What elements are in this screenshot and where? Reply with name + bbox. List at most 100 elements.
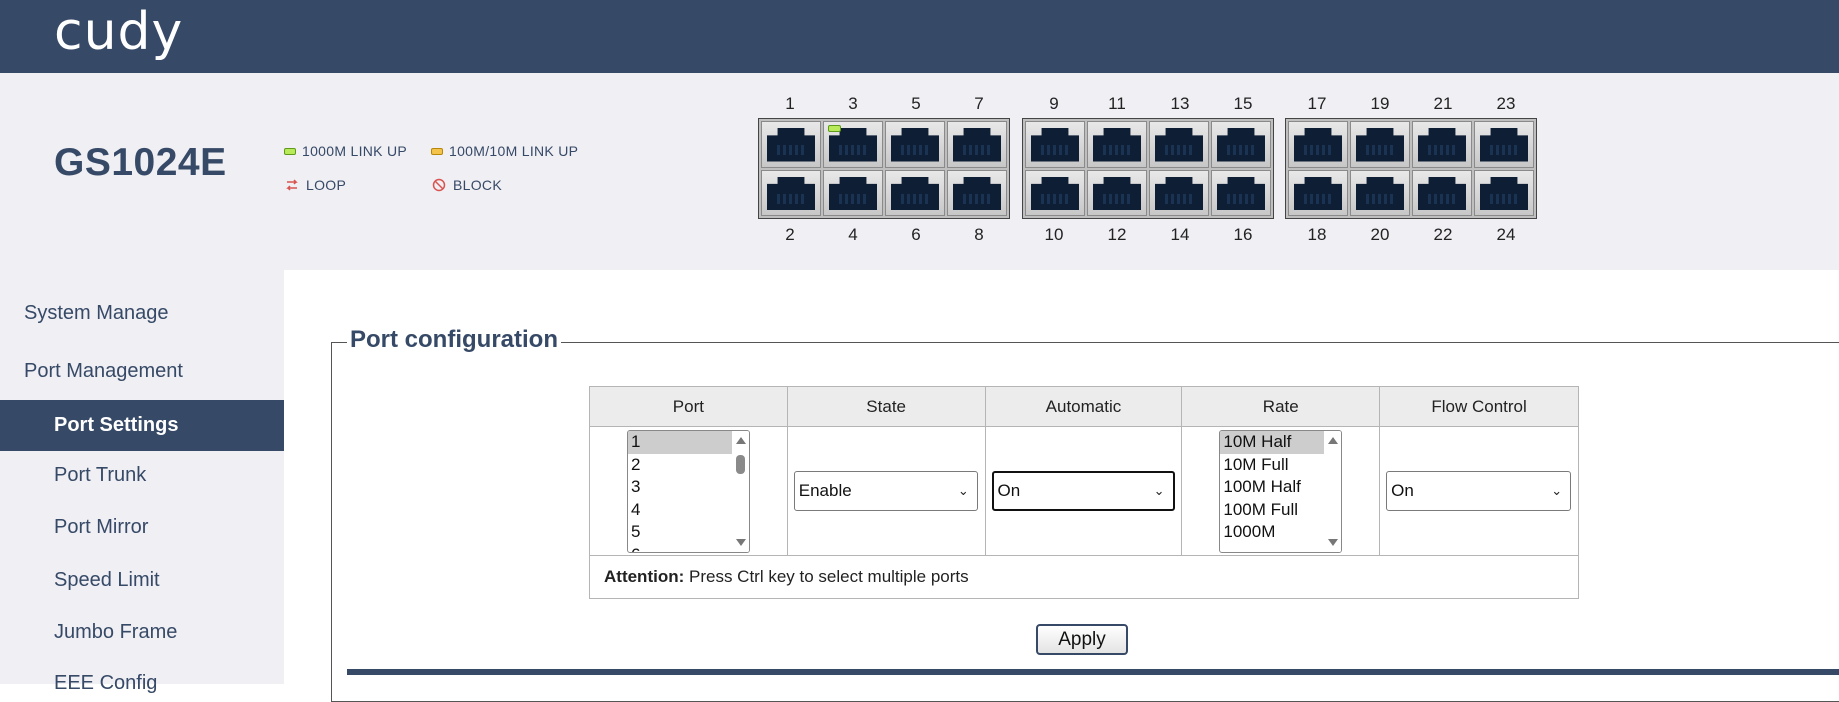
legend-block-label: BLOCK — [453, 177, 502, 193]
switch-port-23[interactable] — [1474, 121, 1534, 168]
apply-button[interactable]: Apply — [1036, 624, 1128, 655]
attention-note: Attention: Press Ctrl key to select mult… — [589, 555, 1579, 599]
sidebar: System Manage Port Management Port Setti… — [0, 270, 284, 694]
sidebar-item-system-manage[interactable]: System Manage — [0, 302, 284, 325]
port-number-label: 6 — [911, 225, 921, 244]
switch-port-15[interactable] — [1211, 121, 1271, 168]
switch-port-3[interactable] — [823, 121, 883, 168]
led-yellow-icon — [431, 147, 443, 155]
switch-port-21[interactable] — [1412, 121, 1472, 168]
cell-rate: 10M Half 10M Full 100M Half 100M Full 10… — [1181, 426, 1381, 556]
automatic-select[interactable]: On ⌄ — [991, 471, 1175, 511]
rate-option[interactable]: 10M Full — [1220, 454, 1341, 477]
rate-option[interactable]: 100M Full — [1220, 499, 1341, 522]
rj45-port-icon — [767, 176, 815, 210]
port-number-label: 22 — [1433, 225, 1453, 244]
switch-port-19[interactable] — [1350, 121, 1410, 168]
switch-port-12[interactable] — [1087, 169, 1147, 216]
switch-port-11[interactable] — [1087, 121, 1147, 168]
rate-listbox[interactable]: 10M Half 10M Full 100M Half 100M Full 10… — [1219, 430, 1343, 553]
switch-port-24[interactable] — [1474, 169, 1534, 216]
block-icon — [431, 178, 447, 192]
rate-option[interactable]: 1000M — [1220, 521, 1341, 544]
rate-option[interactable]: 10M Half — [1220, 431, 1342, 454]
flow-control-select-value: On — [1391, 481, 1414, 500]
switch-port-16[interactable] — [1211, 169, 1271, 216]
port-number-label: 3 — [848, 94, 858, 113]
switch-port-9[interactable] — [1025, 121, 1085, 168]
port-number-label: 15 — [1233, 94, 1253, 113]
scroll-up-arrow-icon[interactable] — [1328, 437, 1339, 444]
cell-flow-control: On ⌄ — [1379, 426, 1579, 556]
port-option[interactable]: 4 — [628, 499, 749, 522]
rj45-port-icon — [1418, 176, 1466, 210]
link-led-icon — [828, 125, 841, 132]
switch-port-8[interactable] — [947, 169, 1007, 216]
top-bar: cudy — [0, 0, 1839, 73]
scroll-down-arrow-icon[interactable] — [736, 539, 746, 546]
legend-1000m-label: 1000M LINK UP — [302, 143, 408, 159]
sidebar-item-speed-limit[interactable]: Speed Limit — [0, 569, 284, 592]
header-automatic: Automatic — [984, 386, 1183, 427]
port-option[interactable]: 3 — [628, 476, 749, 499]
rj45-port-icon — [1356, 176, 1404, 210]
rj45-port-icon — [1093, 176, 1141, 210]
state-select-value: Enable — [798, 481, 852, 500]
led-green-icon — [284, 147, 296, 155]
chevron-down-icon: ⌄ — [1551, 483, 1563, 498]
switch-port-2[interactable] — [761, 169, 821, 216]
state-select[interactable]: Enable ⌄ — [793, 471, 978, 511]
switch-port-1[interactable] — [761, 121, 821, 168]
port-listbox[interactable]: 1 2 3 4 5 6 — [627, 430, 750, 553]
switch-port-14[interactable] — [1149, 169, 1209, 216]
legend-1000m-link: 1000M LINK UP — [284, 143, 407, 159]
port-number-label: 13 — [1170, 94, 1190, 113]
port-number-label: 1 — [785, 94, 795, 113]
switch-port-4[interactable] — [823, 169, 883, 216]
port-number-label: 10 — [1044, 225, 1064, 244]
port-option[interactable]: 5 — [628, 521, 749, 544]
rj45-port-icon — [1155, 128, 1203, 162]
switch-port-6[interactable] — [885, 169, 945, 216]
port-number-label: 8 — [974, 225, 984, 244]
rj45-port-icon — [829, 176, 877, 210]
switch-port-5[interactable] — [885, 121, 945, 168]
header-port: Port — [589, 386, 788, 427]
port-number-label: 9 — [1049, 94, 1059, 113]
port-number-label: 5 — [911, 94, 921, 113]
port-option[interactable]: 1 — [628, 431, 749, 454]
switch-port-7[interactable] — [947, 121, 1007, 168]
rj45-port-icon — [1480, 176, 1528, 210]
sidebar-item-port-settings[interactable]: Port Settings — [0, 400, 284, 451]
sidebar-item-jumbo-frame[interactable]: Jumbo Frame — [0, 621, 284, 644]
cell-port: 1 2 3 4 5 6 — [589, 426, 788, 556]
switch-port-20[interactable] — [1350, 169, 1410, 216]
port-number-label: 24 — [1496, 225, 1516, 244]
port-option[interactable]: 2 — [628, 454, 749, 477]
port-listbox-scrollbar[interactable] — [732, 431, 749, 552]
rj45-port-icon — [891, 176, 939, 210]
switch-port-17[interactable] — [1288, 121, 1348, 168]
switch-port-18[interactable] — [1288, 169, 1348, 216]
sidebar-item-port-mirror[interactable]: Port Mirror — [0, 516, 284, 539]
port-number-label: 20 — [1370, 225, 1390, 244]
rate-option[interactable]: 100M Half — [1220, 476, 1341, 499]
scroll-thumb[interactable] — [736, 455, 745, 474]
sidebar-item-port-management[interactable]: Port Management — [0, 360, 284, 383]
rj45-port-icon — [1418, 128, 1466, 162]
scroll-down-arrow-icon[interactable] — [1328, 539, 1339, 546]
switch-port-22[interactable] — [1412, 169, 1472, 216]
rj45-port-icon — [1031, 128, 1079, 162]
port-number-label: 12 — [1107, 225, 1127, 244]
port-option[interactable]: 6 — [628, 544, 749, 553]
header-state: State — [786, 386, 986, 427]
port-number-label: 2 — [785, 225, 795, 244]
flow-control-select[interactable]: On ⌄ — [1386, 471, 1572, 511]
switch-port-13[interactable] — [1149, 121, 1209, 168]
rj45-port-icon — [829, 128, 877, 162]
scroll-up-arrow-icon[interactable] — [736, 437, 746, 444]
switch-port-10[interactable] — [1025, 169, 1085, 216]
port-number-label: 7 — [974, 94, 984, 113]
rate-listbox-scrollbar[interactable] — [1324, 431, 1342, 552]
sidebar-item-port-trunk[interactable]: Port Trunk — [0, 464, 284, 487]
